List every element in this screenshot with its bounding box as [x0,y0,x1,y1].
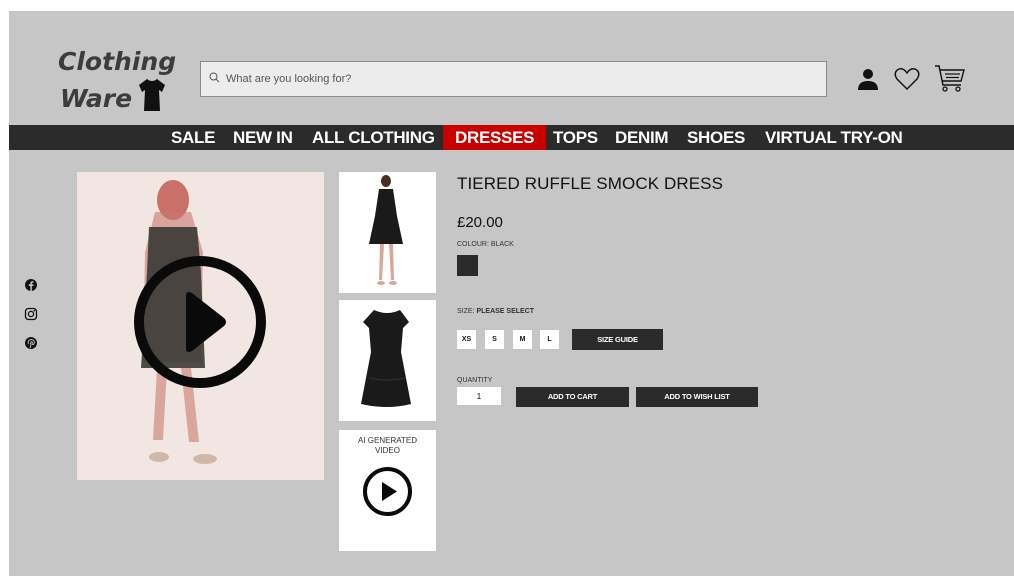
nav-item-all-clothing[interactable]: ALL CLOTHING [312,125,435,150]
facebook-icon[interactable] [24,278,38,292]
ai-video-label: AI GENERATED VIDEO [358,436,417,455]
cart-icon[interactable] [934,64,966,99]
thumbnail-dress[interactable] [339,300,436,421]
thumbnail-front[interactable] [339,172,436,293]
page: Clothing Ware What are you looking for? … [9,11,1014,576]
colour-label: COLOUR: BLACK [457,241,514,248]
nav-item-shoes[interactable]: SHOES [687,125,745,150]
add-to-wishlist-button[interactable]: ADD TO WISH LIST [636,387,758,407]
search-icon [209,70,220,88]
product-video-main[interactable] [77,172,324,480]
heart-icon[interactable] [894,67,920,96]
instagram-icon[interactable] [24,307,38,321]
size-button-xs[interactable]: XS [457,330,476,349]
nav-item-tops[interactable]: TOPS [553,125,598,150]
size-button-m[interactable]: M [513,330,532,349]
nav-item-virtual-try-on[interactable]: VIRTUAL TRY-ON [765,125,903,150]
product-price: £20.00 [457,214,503,231]
nav-item-dresses[interactable]: DRESSES [443,125,547,150]
user-icon[interactable] [856,67,880,96]
size-button-l[interactable]: L [540,330,559,349]
product-title: TIERED RUFFLE SMOCK DRESS [457,174,724,193]
quantity-label: QUANTITY [457,377,493,384]
small-play-icon[interactable] [362,466,413,517]
add-to-cart-button[interactable]: ADD TO CART [516,387,629,407]
quantity-input[interactable] [457,387,501,405]
brand-line1: Clothing [58,47,177,76]
tshirt-icon [138,78,166,120]
size-button-s[interactable]: S [485,330,504,349]
size-label: SIZE: PLEASE SELECT [457,308,534,315]
pinterest-icon[interactable] [24,336,38,350]
size-guide-button[interactable]: SIZE GUIDE [572,329,663,350]
nav-item-sale[interactable]: SALE [171,125,215,150]
size-label-value: PLEASE SELECT [476,308,535,315]
dress-thumbnail-image [361,310,411,407]
search-input[interactable] [226,73,806,85]
size-label-prefix: SIZE: [457,308,475,315]
header-icons [856,64,966,99]
model-thumbnail-image [369,175,403,285]
nav-item-denim[interactable]: DENIM [615,125,669,150]
brand-logo[interactable]: Clothing Ware [58,46,178,116]
main-nav: SALE NEW IN ALL CLOTHING DRESSES TOPS DE… [9,125,1014,150]
thumbnail-ai-video[interactable]: AI GENERATED VIDEO [339,430,436,551]
nav-item-new-in[interactable]: NEW IN [233,125,293,150]
search-bar[interactable] [200,61,827,97]
colour-swatch-black[interactable] [457,255,478,276]
video-play-icon[interactable] [132,254,268,390]
brand-line2: Ware [60,84,133,113]
